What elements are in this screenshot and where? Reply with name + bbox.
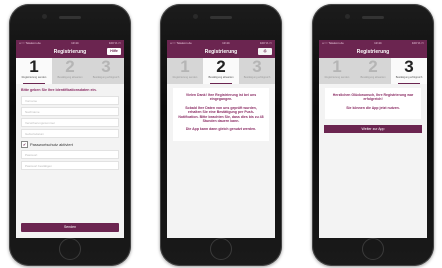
checkbox-label: Passwortschutz aktiviert [30,141,73,147]
step-1: 1 Registrierung senden [167,58,203,84]
continue-to-app-button[interactable]: Weiter zur App [324,125,422,134]
step-2: 2 Bestätigung abwarten [355,58,391,84]
step-label: Bestätigung abwarten [360,76,386,79]
step-number: 2 [65,57,75,76]
checkmark-icon: ✔ [21,140,28,148]
birthdate-field[interactable]: Geburtsdatum [21,129,119,138]
form-content: Bitte geben Sie Ihre Identifikationsdate… [16,84,124,176]
camera-icon [345,14,350,19]
step-label: Bestätigung erfolgreich [395,76,423,79]
camera-icon [193,14,198,19]
step-number: 2 [216,57,226,76]
screen-registration-success: ••○○ Telekom.de 13:44 100 % ▭ Registrier… [319,40,427,238]
password-field[interactable]: Passwort [21,150,119,159]
step-2: 2 Bestätigung abwarten [203,58,239,84]
phone-1: ••○○ Telekom.de 13:44 100 % ▭ Registrier… [9,4,131,266]
step-3: 3 Bestätigung erfolgreich [239,58,275,84]
step-indicator: 1 Registrierung senden 2 Bestätigung abw… [16,58,124,84]
phone-3: ••○○ Telekom.de 13:44 100 % ▭ Registrier… [312,4,434,266]
speaker-grille [210,16,232,19]
message-paragraph: Die App kann dann gleich genutzt werden. [185,127,257,132]
home-button[interactable] [362,238,384,260]
step-label: Bestätigung erfolgreich [243,76,271,79]
step-number: 1 [332,57,342,76]
home-button[interactable] [210,238,232,260]
insurance-number-field[interactable]: Versicherungsnummer [21,118,119,127]
step-1: 1 Registrierung senden [319,58,355,84]
step-indicator: 1 Registrierung senden 2 Bestätigung abw… [167,58,275,84]
message-paragraph: Sobald Ihre Daten von uns geprüft wurden… [178,105,264,124]
step-3: 3 Bestätigung erfolgreich [391,58,427,84]
page-title: Registrierung [204,49,238,55]
password-confirm-field[interactable]: Passwort bestätigen [21,161,119,170]
step-label: Registrierung senden [172,76,198,79]
screen-await-confirmation: ••○○ Telekom.de 13:44 100 % ▭ Registrier… [167,40,275,238]
speaker-grille [59,16,81,19]
submit-button[interactable]: Senden [21,223,119,232]
step-label: Bestätigung abwarten [57,76,83,79]
step-number: 3 [101,57,111,76]
share-icon[interactable]: ⎙ [258,48,272,55]
password-protection-checkbox[interactable]: ✔ Passwortschutz aktiviert [21,140,119,148]
step-label: Bestätigung abwarten [208,76,234,79]
step-indicator: 1 Registrierung senden 2 Bestätigung abw… [319,58,427,84]
step-number: 3 [404,57,414,76]
step-number: 3 [252,57,262,76]
camera-icon [42,14,47,19]
form-intro: Bitte geben Sie Ihre Identifikationsdate… [21,88,97,92]
message-paragraph: Vielen Dank! Ihre Registrierung ist bei … [185,93,257,102]
success-message: Herzlichen Glückwunsch, Ihre Registrieru… [325,88,421,120]
step-label: Registrierung senden [21,76,47,79]
speaker-grille [362,16,384,19]
message-paragraph: Herzlichen Glückwunsch, Ihre Registrieru… [332,93,414,102]
phone-2: ••○○ Telekom.de 13:44 100 % ▭ Registrier… [160,4,282,266]
step-3: 3 Bestätigung erfolgreich [88,58,124,84]
step-number: 2 [368,57,378,76]
step-number: 1 [180,57,190,76]
page-title: Registrierung [356,49,390,55]
step-2: 2 Bestätigung abwarten [52,58,88,84]
step-label: Registrierung senden [324,76,350,79]
last-name-field[interactable]: Nachname [21,107,119,116]
home-button[interactable] [59,238,81,260]
help-button[interactable]: Hilfe [107,48,121,55]
step-1: 1 Registrierung senden [16,58,52,84]
first-name-field[interactable]: Vorname [21,96,119,105]
confirmation-message: Vielen Dank! Ihre Registrierung ist bei … [173,88,269,141]
step-label: Bestätigung erfolgreich [92,76,120,79]
screen-registration-form: ••○○ Telekom.de 13:44 100 % ▭ Registrier… [16,40,124,238]
page-title: Registrierung [53,49,87,55]
message-paragraph: Sie können die App jetzt nutzen. [346,105,400,110]
step-number: 1 [29,57,39,76]
